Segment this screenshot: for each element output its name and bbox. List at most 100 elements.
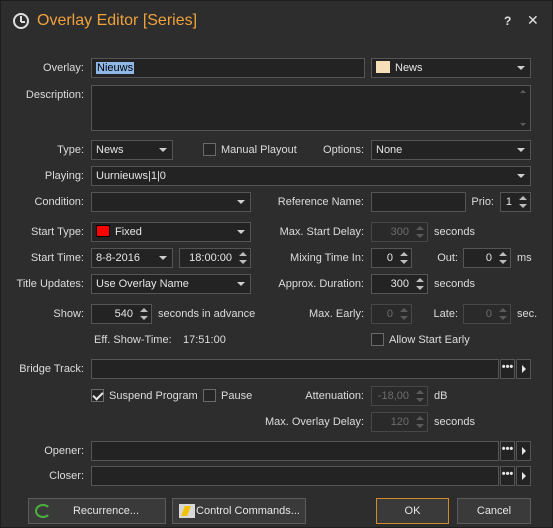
bridge-track-play-icon[interactable]: [516, 359, 531, 379]
start-type-color-swatch: [96, 225, 110, 237]
attenuation-spin-icon[interactable]: [415, 388, 425, 404]
condition-select[interactable]: [91, 192, 251, 212]
closer-browse-button[interactable]: •••: [500, 466, 515, 486]
mixing-time-in-label: Mixing Time In:: [290, 252, 364, 264]
control-commands-label: Control Commands...: [196, 505, 300, 517]
overlay-name-input[interactable]: Nieuws: [91, 58, 365, 78]
start-type-value: Fixed: [115, 226, 142, 238]
reference-name-label: Reference Name:: [277, 196, 364, 208]
suspend-program-checkbox[interactable]: [91, 389, 104, 402]
window-title: Overlay Editor [Series]: [37, 12, 198, 29]
control-commands-icon: [179, 504, 195, 518]
overlay-name-value: Nieuws: [96, 62, 135, 74]
condition-label: Condition:: [34, 196, 84, 208]
late-stepper[interactable]: 0: [463, 304, 511, 324]
out-value: 0: [485, 252, 492, 264]
start-time-stepper[interactable]: 18:00:00: [179, 248, 251, 268]
category-value: News: [395, 62, 423, 74]
max-overlay-delay-stepper[interactable]: 120: [371, 412, 428, 432]
title-updates-value: Use Overlay Name: [96, 278, 189, 290]
description-scrollbar[interactable]: [517, 87, 529, 129]
prio-spin-icon[interactable]: [518, 194, 528, 210]
opener-play-icon[interactable]: [516, 441, 531, 461]
options-select[interactable]: None: [371, 140, 531, 160]
recurrence-button[interactable]: Recurrence...: [28, 498, 166, 524]
prio-label: Prio:: [471, 196, 494, 208]
closer-input[interactable]: [91, 466, 499, 486]
manual-playout-checkbox[interactable]: [203, 143, 216, 156]
closer-label: Closer:: [49, 470, 84, 482]
clock-icon: [13, 13, 29, 29]
max-start-delay-label: Max. Start Delay:: [279, 226, 364, 238]
ok-button[interactable]: OK: [376, 498, 449, 524]
out-stepper[interactable]: 0: [463, 248, 511, 268]
allow-start-early-label: Allow Start Early: [389, 334, 470, 346]
mixing-time-in-value: 0: [386, 252, 393, 264]
overlay-editor-window: Overlay Editor [Series] ? ✕ Overlay: Nie…: [0, 0, 553, 528]
approx-duration-stepper[interactable]: 300: [371, 274, 428, 294]
max-overlay-delay-value: 120: [390, 416, 409, 428]
bridge-track-input[interactable]: [91, 359, 499, 379]
bridge-track-label: Bridge Track:: [19, 363, 84, 375]
prio-stepper[interactable]: 1: [500, 192, 531, 212]
reference-name-input[interactable]: [371, 192, 466, 212]
start-time-spin-icon[interactable]: [238, 250, 248, 266]
type-label: Type:: [57, 144, 84, 156]
max-early-spin-icon[interactable]: [399, 306, 409, 322]
approx-duration-spin-icon[interactable]: [415, 276, 425, 292]
pause-label: Pause: [221, 390, 253, 402]
attenuation-value: -18,00: [377, 390, 409, 402]
bridge-track-browse-button[interactable]: •••: [500, 359, 515, 379]
opener-label: Opener:: [44, 445, 84, 457]
max-overlay-delay-spin-icon[interactable]: [415, 414, 425, 430]
start-time-value: 18:00:00: [189, 252, 232, 264]
category-select[interactable]: News: [371, 58, 531, 78]
max-overlay-delay-unit: seconds: [434, 416, 475, 428]
max-start-delay-spin-icon[interactable]: [415, 224, 425, 240]
max-early-stepper[interactable]: 0: [371, 304, 412, 324]
attenuation-stepper[interactable]: -18,00: [371, 386, 428, 406]
approx-duration-unit: seconds: [434, 278, 475, 290]
out-label: Out:: [437, 252, 458, 264]
closer-play-icon[interactable]: [516, 466, 531, 486]
mixing-time-in-spin-icon[interactable]: [399, 250, 409, 266]
show-value: 540: [114, 308, 133, 320]
close-button[interactable]: ✕: [527, 12, 539, 29]
out-unit: ms: [517, 252, 532, 264]
attenuation-unit: dB: [434, 390, 448, 402]
title-updates-select[interactable]: Use Overlay Name: [91, 274, 251, 294]
opener-browse-button[interactable]: •••: [500, 441, 515, 461]
out-spin-icon[interactable]: [498, 250, 508, 266]
late-unit: sec.: [517, 308, 538, 320]
eff-show-time-label: Eff. Show-Time:: [94, 334, 172, 346]
prio-value: 1: [505, 196, 512, 208]
description-label: Description:: [25, 89, 84, 101]
show-unit: seconds in advance: [158, 308, 256, 320]
start-date-picker[interactable]: 8-8-2016: [91, 248, 173, 268]
mixing-time-in-stepper[interactable]: 0: [371, 248, 412, 268]
eff-show-time-value: 17:51:00: [183, 334, 226, 346]
control-commands-button[interactable]: Control Commands...: [172, 498, 306, 524]
show-label: Show:: [53, 308, 84, 320]
allow-start-early-checkbox[interactable]: [371, 333, 384, 346]
show-stepper[interactable]: 540: [91, 304, 152, 324]
show-spin-icon[interactable]: [139, 306, 149, 322]
late-spin-icon[interactable]: [498, 306, 508, 322]
overlay-label: Overlay:: [43, 62, 84, 74]
cancel-button[interactable]: Cancel: [457, 498, 531, 524]
description-textarea[interactable]: [91, 85, 531, 131]
manual-playout-label: Manual Playout: [221, 144, 297, 156]
type-select[interactable]: News: [91, 140, 173, 160]
playing-label: Playing:: [44, 170, 84, 182]
attenuation-label: Attenuation:: [305, 390, 364, 402]
max-start-delay-stepper[interactable]: 300: [371, 222, 428, 242]
options-value: None: [376, 144, 403, 156]
start-date-value: 8-8-2016: [96, 252, 141, 264]
opener-input[interactable]: [91, 441, 499, 461]
approx-duration-label: Approx. Duration:: [278, 278, 364, 290]
playing-select[interactable]: Uurnieuws|1|0: [91, 166, 531, 186]
help-button[interactable]: ?: [504, 14, 511, 28]
start-type-select[interactable]: Fixed: [91, 222, 251, 242]
pause-checkbox[interactable]: [203, 389, 216, 402]
title-updates-label: Title Updates:: [16, 278, 84, 290]
